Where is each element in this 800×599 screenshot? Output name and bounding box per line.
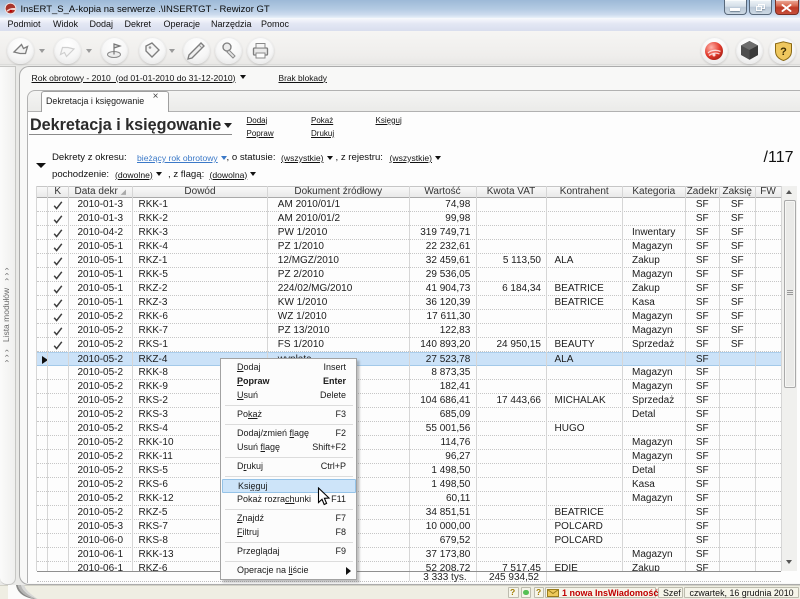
svg-text:?: ?	[780, 46, 787, 58]
